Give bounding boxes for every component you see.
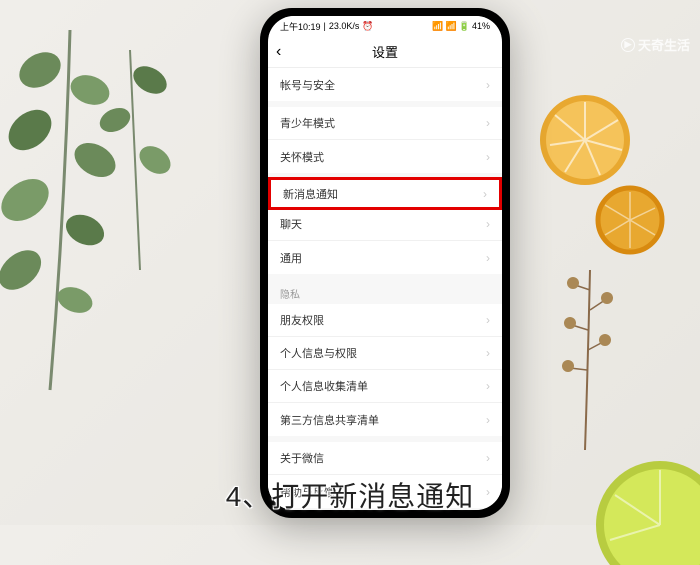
chevron-right-icon: › [486,485,490,499]
setting-group: 青少年模式 › 关怀模式 › [268,107,502,173]
setting-group: 新消息通知 › 聊天 › 通用 › [268,177,502,274]
page-title: 设置 [372,42,398,61]
chevron-right-icon: › [486,150,490,164]
setting-item[interactable]: 第三方信息共享清单 › [268,403,502,436]
setting-item-label: 新消息通知 [283,186,338,202]
watermark: ▶ 天奇生活 [621,35,690,54]
setting-item[interactable]: 新消息通知 › [268,177,502,210]
chevron-right-icon: › [486,78,490,92]
decor-dried-flowers [540,260,640,460]
nav-header: ‹ 设置 [268,36,502,68]
decor-citrus-slices [540,90,670,260]
phone-screen: 上午10:19 | 23.0K/s ⏰ 📶 📶 🔋 41% ‹ 设置 帐号与安全… [268,16,502,510]
decor-eucalyptus [0,10,190,410]
chevron-right-icon: › [486,451,490,465]
battery-percent: 41% [472,21,490,31]
setting-item[interactable]: 朋友权限 › [268,304,502,337]
alarm-icon: ⏰ [362,21,373,32]
setting-item[interactable]: 关怀模式 › [268,140,502,173]
setting-item-label: 第三方信息共享清单 [280,412,379,428]
chevron-right-icon: › [483,187,487,201]
setting-item-label: 帐号与安全 [280,77,335,93]
setting-item-label: 通用 [280,250,302,266]
setting-item[interactable]: 帐号与安全 › [268,68,502,101]
chevron-right-icon: › [486,313,490,327]
status-speed: 23.0K/s [329,21,360,31]
setting-item-label: 朋友权限 [280,312,324,328]
setting-item-label: 聊天 [280,216,302,232]
setting-group: 帐号与安全 › [268,68,502,101]
step-caption: 4、打开新消息通知 [226,475,475,515]
battery-icon: 🔋 [459,21,470,32]
setting-item[interactable]: 个人信息与权限 › [268,337,502,370]
setting-item-label: 青少年模式 [280,115,335,131]
chevron-right-icon: › [486,379,490,393]
setting-item[interactable]: 个人信息收集清单 › [268,370,502,403]
setting-group: 朋友权限 › 个人信息与权限 › 个人信息收集清单 › 第三方信息共享清单 › [268,304,502,436]
chevron-right-icon: › [486,217,490,231]
setting-item[interactable]: 聊天 › [268,208,502,241]
status-bar: 上午10:19 | 23.0K/s ⏰ 📶 📶 🔋 41% [268,16,502,36]
chevron-right-icon: › [486,116,490,130]
setting-item-label: 关于微信 [280,450,324,466]
phone-frame: 上午10:19 | 23.0K/s ⏰ 📶 📶 🔋 41% ‹ 设置 帐号与安全… [260,8,510,518]
settings-list[interactable]: 帐号与安全›青少年模式›关怀模式›新消息通知›聊天›通用›隐私朋友权限›个人信息… [268,68,502,510]
chevron-right-icon: › [486,251,490,265]
decor-citrus-corner [580,445,700,565]
watermark-icon: ▶ [621,38,635,52]
setting-item-label: 个人信息与权限 [280,345,357,361]
back-button[interactable]: ‹ [276,43,281,61]
chevron-right-icon: › [486,413,490,427]
setting-item[interactable]: 通用 › [268,241,502,274]
signal-icon: 📶 [432,21,443,32]
setting-item[interactable]: 青少年模式 › [268,107,502,140]
status-time: 上午10:19 [280,20,321,33]
wifi-icon: 📶 [446,21,457,32]
setting-item-label: 个人信息收集清单 [280,378,368,394]
setting-item-label: 关怀模式 [280,149,324,165]
setting-item[interactable]: 关于微信 › [268,442,502,475]
section-label: 隐私 [268,280,502,304]
chevron-right-icon: › [486,346,490,360]
